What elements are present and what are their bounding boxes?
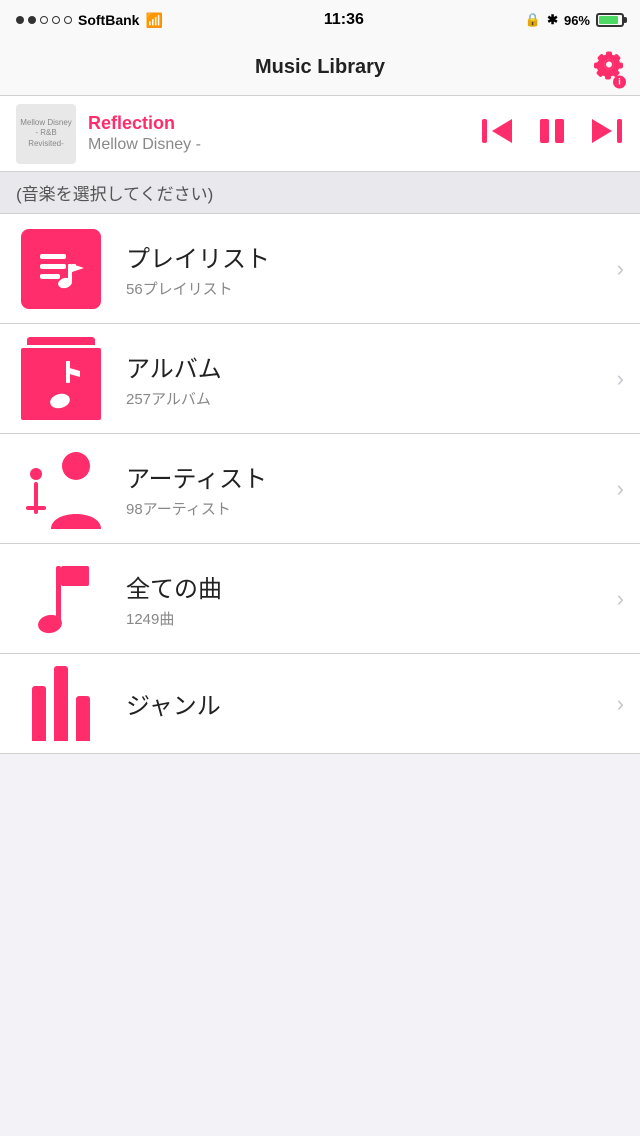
list-item[interactable]: 全ての曲 1249曲 ›	[0, 544, 640, 654]
navigation-bar: Music Library i	[0, 40, 640, 96]
chevron-icon: ›	[617, 476, 624, 502]
dot-3	[40, 16, 48, 24]
album-icon-wrap	[16, 334, 106, 424]
track-artist: Mellow Disney -	[88, 136, 468, 154]
artist-text: アーティスト 98アーティスト	[126, 459, 597, 519]
battery-percent: 96%	[564, 13, 590, 28]
prev-button[interactable]	[480, 113, 516, 155]
status-bar: SoftBank 📶 11:36 🔒 ✱ 96%	[0, 0, 640, 40]
album-text: アルバム 257アルバム	[126, 349, 597, 409]
next-button[interactable]	[588, 113, 624, 155]
now-playing-bar: Mellow Disney - R&B Revisited- Reflectio…	[0, 96, 640, 172]
songs-icon	[16, 554, 106, 644]
album-icon	[21, 337, 101, 420]
chevron-icon: ›	[617, 366, 624, 392]
carrier-label: SoftBank	[78, 12, 139, 28]
chevron-icon: ›	[617, 586, 624, 612]
dot-2	[28, 16, 36, 24]
eq-bar-1	[32, 686, 46, 741]
track-info: Reflection Mellow Disney -	[88, 113, 468, 154]
list-item[interactable]: プレイリスト 56プレイリスト ›	[0, 214, 640, 324]
album-art-text: Mellow Disney - R&B Revisited-	[16, 114, 76, 153]
genre-icon	[16, 659, 106, 749]
list-item[interactable]: ジャンル ›	[0, 654, 640, 754]
playlist-icon	[21, 229, 101, 309]
genre-title: ジャンル	[126, 686, 597, 721]
artist-icon	[16, 444, 106, 534]
status-right: 🔒 ✱ 96%	[525, 12, 624, 28]
list-item[interactable]: アーティスト 98アーティスト ›	[0, 434, 640, 544]
wifi-icon: 📶	[145, 12, 162, 29]
playlist-icon-wrap	[16, 224, 106, 314]
songs-title: 全ての曲	[126, 569, 597, 604]
pause-button[interactable]	[534, 113, 570, 155]
status-time: 11:36	[324, 11, 364, 29]
artist-title: アーティスト	[126, 459, 597, 494]
status-left: SoftBank 📶	[16, 12, 163, 29]
settings-button[interactable]: i	[594, 49, 624, 86]
eq-bar-2	[54, 666, 68, 741]
album-subtitle: 257アルバム	[126, 388, 597, 409]
songs-subtitle: 1249曲	[126, 608, 597, 629]
album-title: アルバム	[126, 349, 597, 384]
playlist-title: プレイリスト	[126, 239, 597, 274]
artist-icon-wrap	[16, 444, 106, 534]
bluetooth-icon: ✱	[547, 12, 558, 28]
chevron-icon: ›	[617, 691, 624, 717]
battery-icon	[596, 13, 624, 27]
dot-4	[52, 16, 60, 24]
chevron-icon: ›	[617, 256, 624, 282]
player-controls	[480, 113, 624, 155]
album-stack-main	[21, 348, 101, 420]
track-title: Reflection	[88, 113, 468, 134]
dot-5	[64, 16, 72, 24]
album-stack-top	[27, 337, 95, 345]
dot-1	[16, 16, 24, 24]
eq-bar-3	[76, 696, 90, 741]
section-header: (音楽を選択してください)	[0, 172, 640, 214]
playlist-subtitle: 56プレイリスト	[126, 278, 597, 299]
lock-icon: 🔒	[525, 12, 541, 28]
songs-icon-wrap	[16, 554, 106, 644]
genre-icon-wrap	[16, 659, 106, 749]
playlist-text: プレイリスト 56プレイリスト	[126, 239, 597, 299]
signal-dots	[16, 16, 72, 24]
list-item[interactable]: アルバム 257アルバム ›	[0, 324, 640, 434]
gear-badge: i	[613, 75, 626, 88]
genre-text: ジャンル	[126, 686, 597, 721]
page-title: Music Library	[255, 56, 385, 79]
artist-subtitle: 98アーティスト	[126, 498, 597, 519]
album-art: Mellow Disney - R&B Revisited-	[16, 104, 76, 164]
songs-text: 全ての曲 1249曲	[126, 569, 597, 629]
